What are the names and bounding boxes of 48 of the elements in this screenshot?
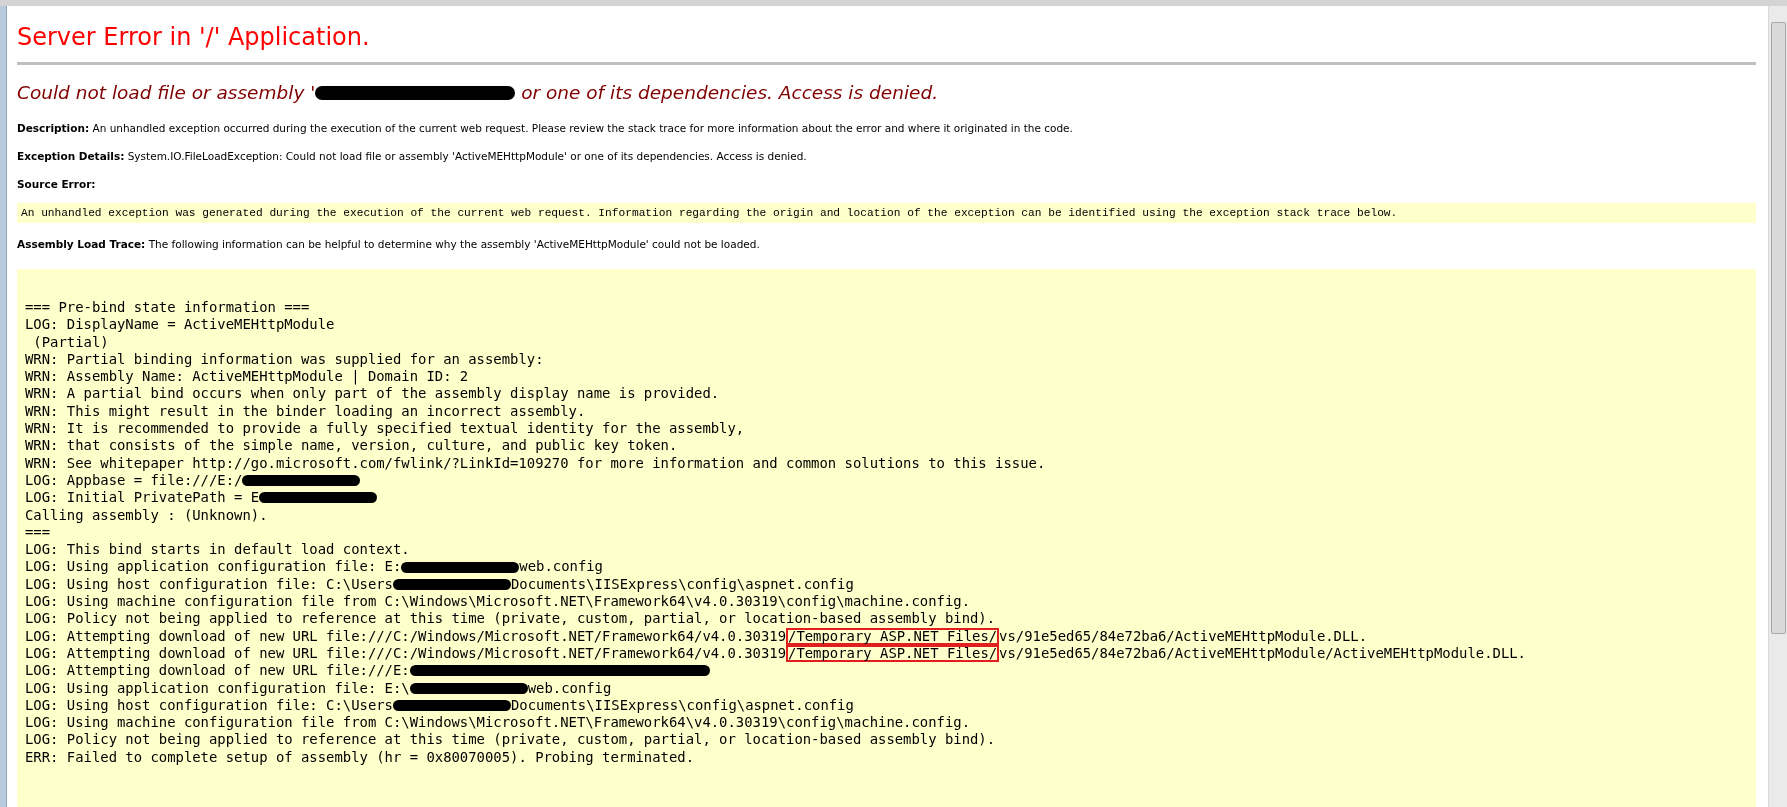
log-text: (Partial)	[32, 333, 109, 351]
log-text: LOG: Using application configuration file: E:	[25, 558, 402, 576]
log-text: WRN: Assembly Name: ActiveMEHttpModule | Domain ID: 2	[25, 368, 469, 386]
log-text: LOG: Using machine configuration file from C:\Windows\Microsoft.NET\Framework64\v4.0.30319\config\machine.config.	[25, 714, 970, 732]
log-text: LOG: Initial PrivatePath = E	[25, 489, 260, 507]
log-text: ===	[25, 523, 51, 542]
log-text: WRN: See whitepaper http://go.microsoft.com/fwlink/?LinkId=109270 for more information and common solutions to this issue.	[25, 454, 1046, 472]
log-text: vs/91e5ed65/84e72ba6/ActiveMEHttpModule/ActiveMEHttpModule.DLL.	[999, 644, 1526, 663]
source-error-text: An unhandled exception was generated during the execution of the current web request. Information regarding the origin and location of the exception can be identified using the exception stack trace below.	[17, 203, 1756, 223]
page-title: Server Error in '/' Application.	[17, 22, 371, 53]
log-text: LOG: Attempting download of new URL file:///C:/Windows/Microsoft.NET/Framework64/v4.0.30319	[25, 627, 787, 645]
log-text: LOG: DisplayName = ActiveMEHttpModule	[25, 316, 335, 334]
scrollbar[interactable]	[1768, 6, 1787, 807]
highlighted-path: /Temporary ASP.NET Files/	[786, 645, 1000, 663]
log-text: LOG: Appbase = file:///E:/	[25, 471, 243, 490]
log-text: WRN: Partial binding information was supplied for an assembly:	[25, 350, 544, 369]
detail-text: System.IO.FileLoadException: Could not load file or assembly 'ActiveMEHttpModule' or one of its dependencies. Access is denied.	[127, 150, 807, 162]
log-text: WRN: A partial bind occurs when only part of the assembly display name is provided.	[25, 385, 720, 403]
log-text: LOG: Using host configuration file: C:\Users	[25, 696, 393, 715]
log-text: LOG: Using application configuration file: E:\	[25, 679, 410, 697]
detail-label: Assembly Load Trace:	[17, 238, 146, 250]
detail-text: An unhandled exception occurred during the execution of the current web request. Please review the stack trace for more information about the error and where it originated in the code.	[92, 122, 1073, 134]
detail-label: Source Error:	[17, 178, 96, 190]
log-text: Documents\IISExpress\config\aspnet.config	[510, 696, 854, 715]
highlighted-path: /Temporary ASP.NET Files/	[786, 627, 1000, 645]
scrollbar-thumb[interactable]	[1771, 22, 1786, 634]
log-text: LOG: Policy not being applied to reference at this time (private, custom, partial, or location-based assembly bind).	[25, 610, 996, 628]
log-text: WRN: This might result in the binder loading an incorrect assembly.	[25, 402, 586, 421]
detail-text: The following information can be helpful to determine why the assembly 'ActiveMEHttpModule' could not be loaded.	[148, 238, 760, 250]
log-text: Documents\IISExpress\config\aspnet.config	[510, 575, 854, 594]
log-text: vs/91e5ed65/84e72ba6/ActiveMEHttpModule.DLL.	[999, 627, 1368, 645]
log-text: web.config	[519, 558, 603, 576]
log-text: Calling assembly : (Unknown).	[25, 506, 268, 524]
log-text: LOG: Using machine configuration file from C:\Windows\Microsoft.NET\Framework64\v4.0.30319\config\machine.config.	[25, 593, 970, 611]
log-text: web.config	[527, 679, 612, 697]
log-text: WRN: It is recommended to provide a fully specified textual identity for the assembly,	[25, 420, 745, 438]
log-text: LOG: This bind starts in default load context.	[25, 541, 410, 559]
detail-label: Description:	[17, 122, 90, 134]
log-text: LOG: Policy not being applied to reference at this time (private, custom, partial, or location-based assembly bind).	[25, 731, 996, 749]
log-text: LOG: Using host configuration file: C:\Users	[25, 575, 393, 594]
log-text: === Pre-bind state information ===	[25, 299, 310, 317]
error-heading: or one of its dependencies. Access is denied.	[520, 81, 939, 105]
log-text: ERR: Failed to complete setup of assembly (hr = 0x80070005). Probing terminated.	[25, 748, 695, 766]
log-text: WRN: that consists of the simple name, version, culture, and public key token.	[25, 437, 678, 455]
log-text: LOG: Attempting download of new URL file:///E:	[25, 662, 410, 680]
detail-label: Exception Details:	[17, 150, 125, 162]
error-heading: Could not load file or assembly '	[17, 81, 316, 105]
log-text: LOG: Attempting download of new URL file:///C:/Windows/Microsoft.NET/Framework64/v4.0.30319	[25, 644, 787, 663]
